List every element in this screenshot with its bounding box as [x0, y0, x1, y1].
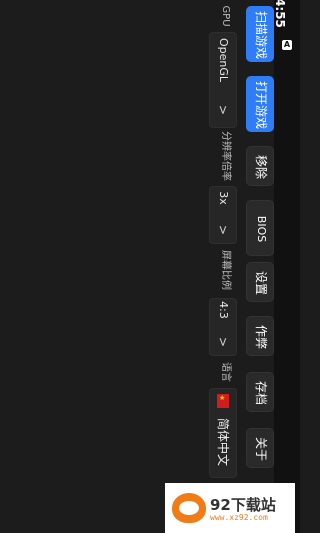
language-label: 语言 [220, 362, 231, 382]
status-bar [274, 0, 300, 533]
scan-games-button[interactable]: 扫描游戏 [246, 6, 274, 62]
remove-button[interactable]: 移除 [246, 146, 274, 186]
settings-button[interactable]: 设置 [246, 262, 274, 302]
chevron-down-icon: > [216, 224, 230, 236]
chevron-down-icon: > [216, 336, 230, 348]
about-label: 关于 [254, 436, 268, 461]
about-button[interactable]: 关于 [246, 428, 274, 468]
china-flag-icon [217, 394, 229, 408]
scan-games-label: 扫描游戏 [254, 10, 268, 59]
language-value: 简体中文 [216, 417, 230, 466]
status-indicator-icon: A [282, 40, 292, 50]
watermark-url: www.xz92.com [210, 513, 268, 522]
gpu-value: OpenGL [217, 37, 230, 83]
chevron-down-icon: > [216, 104, 230, 116]
resolution-value: 3x [217, 191, 230, 205]
saves-button[interactable]: 存档 [246, 372, 274, 412]
mascot-logo-icon [172, 493, 206, 523]
watermark-site: 92下载站 [210, 496, 276, 514]
cheats-button[interactable]: 作弊 [246, 316, 274, 356]
open-game-button[interactable]: 打开游戏 [246, 76, 274, 132]
aspect-value: 4:3 [217, 301, 230, 319]
